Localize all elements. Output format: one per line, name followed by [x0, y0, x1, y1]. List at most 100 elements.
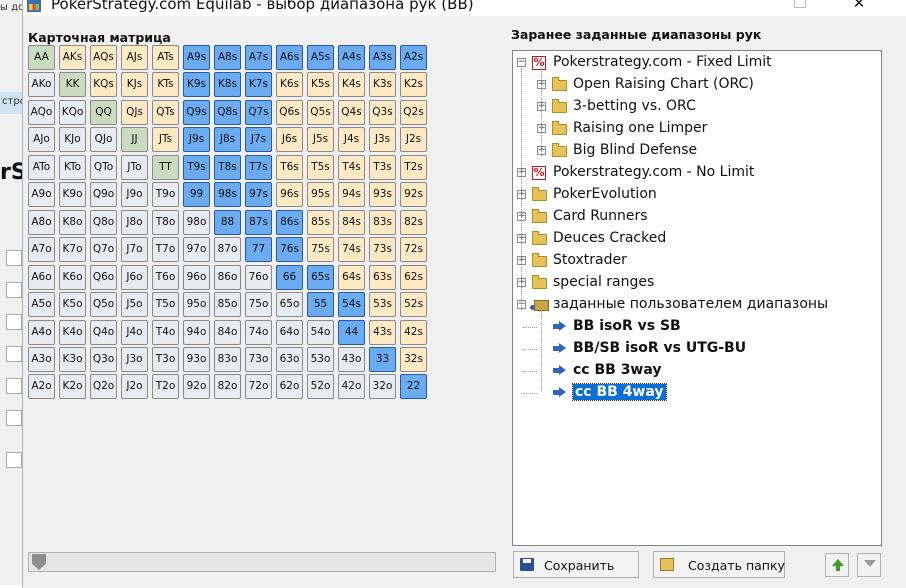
hand-cell[interactable]: 76s: [276, 237, 303, 262]
hand-cell[interactable]: 98s: [214, 182, 241, 207]
hand-cell[interactable]: Q7s: [245, 100, 272, 125]
hand-cell[interactable]: 74o: [245, 320, 272, 345]
hand-cell[interactable]: 32o: [369, 374, 396, 399]
hand-cell[interactable]: 53s: [369, 292, 396, 317]
hand-cell[interactable]: 92s: [400, 182, 427, 207]
hand-cell[interactable]: Q6o: [90, 265, 117, 290]
hand-cell[interactable]: K3s: [369, 72, 396, 97]
range-tree-item[interactable]: + Card Runners: [513, 206, 873, 228]
hand-cell[interactable]: 22: [400, 374, 427, 399]
hand-cell[interactable]: 52o: [307, 374, 334, 399]
range-tree-item[interactable]: − заданные пользователем диапазоны: [513, 294, 873, 316]
hand-cell[interactable]: J2o: [121, 374, 148, 399]
hand-cell[interactable]: 75o: [245, 292, 272, 317]
hand-cell[interactable]: J6s: [276, 127, 303, 152]
range-tree-item[interactable]: + Raising one Limper: [513, 118, 873, 140]
hand-cell[interactable]: 82o: [214, 374, 241, 399]
hand-cell[interactable]: 73o: [245, 347, 272, 372]
hand-cell[interactable]: ATo: [28, 155, 55, 180]
hand-cell[interactable]: J8s: [214, 127, 241, 152]
hand-cell[interactable]: Q3s: [369, 100, 396, 125]
hand-cell[interactable]: 63s: [369, 265, 396, 290]
hand-cell[interactable]: 94s: [338, 182, 365, 207]
hand-cell[interactable]: 65o: [276, 292, 303, 317]
hand-cell[interactable]: T8s: [214, 155, 241, 180]
range-tree-item[interactable]: + PokerEvolution: [513, 184, 873, 206]
hand-cell[interactable]: K6o: [59, 265, 86, 290]
hand-cell[interactable]: AA: [28, 45, 55, 70]
hand-cell[interactable]: A4o: [28, 320, 55, 345]
hand-cell[interactable]: AKs: [59, 45, 86, 70]
hand-cell[interactable]: AQs: [90, 45, 117, 70]
hand-cell[interactable]: KTs: [152, 72, 179, 97]
hand-cell[interactable]: K2o: [59, 374, 86, 399]
hand-cell[interactable]: 83o: [214, 347, 241, 372]
hand-cell[interactable]: J9s: [183, 127, 210, 152]
hand-cell[interactable]: A3s: [369, 45, 396, 70]
hand-cell[interactable]: KK: [59, 72, 86, 97]
hand-cell[interactable]: J5s: [307, 127, 334, 152]
hand-cell[interactable]: A5s: [307, 45, 334, 70]
hand-cell[interactable]: K3o: [59, 347, 86, 372]
hand-cell[interactable]: Q3o: [90, 347, 117, 372]
hand-cell[interactable]: T3o: [152, 347, 179, 372]
range-tree-item[interactable]: + Open Raising Chart (ORC): [513, 74, 873, 96]
hand-cell[interactable]: Q7o: [90, 237, 117, 262]
hand-cell[interactable]: K8s: [214, 72, 241, 97]
hand-cell[interactable]: QJs: [121, 100, 148, 125]
hand-cell[interactable]: 87o: [214, 237, 241, 262]
range-tree-item[interactable]: BB/SB isoR vs UTG-BU: [513, 338, 873, 360]
hand-cell[interactable]: T9s: [183, 155, 210, 180]
hand-cell[interactable]: 92o: [183, 374, 210, 399]
hand-cell[interactable]: JJ: [121, 127, 148, 152]
hand-cell[interactable]: QJo: [90, 127, 117, 152]
maximize-button[interactable]: [777, 0, 823, 14]
hand-cell[interactable]: QTo: [90, 155, 117, 180]
hand-cell[interactable]: A6o: [28, 265, 55, 290]
hand-cell[interactable]: J9o: [121, 182, 148, 207]
hand-cell[interactable]: T2s: [400, 155, 427, 180]
hand-cell[interactable]: Q9o: [90, 182, 117, 207]
hand-cell[interactable]: T5s: [307, 155, 334, 180]
close-button[interactable]: ✕: [836, 0, 882, 14]
hand-cell[interactable]: 75s: [307, 237, 334, 262]
hand-cell[interactable]: K8o: [59, 210, 86, 235]
hand-cell[interactable]: A6s: [276, 45, 303, 70]
hand-cell[interactable]: KJs: [121, 72, 148, 97]
predefined-ranges-tree[interactable]: −% Pokerstrategy.com - Fixed Limit + Open R…: [512, 50, 882, 546]
hand-cell[interactable]: K9o: [59, 182, 86, 207]
hand-cell[interactable]: AKo: [28, 72, 55, 97]
hand-cell[interactable]: 85o: [214, 292, 241, 317]
hand-cell[interactable]: 44: [338, 320, 365, 345]
hand-cell[interactable]: AJo: [28, 127, 55, 152]
hand-cell[interactable]: A2s: [400, 45, 427, 70]
hand-cell[interactable]: 66: [276, 265, 303, 290]
hand-cell[interactable]: Q6s: [276, 100, 303, 125]
save-button[interactable]: Сохранить: [513, 551, 639, 578]
hand-cell[interactable]: AJs: [121, 45, 148, 70]
hand-cell[interactable]: Q4s: [338, 100, 365, 125]
hand-cell[interactable]: Q5s: [307, 100, 334, 125]
hand-cell[interactable]: 73s: [369, 237, 396, 262]
hand-cell[interactable]: 97s: [245, 182, 272, 207]
hand-cell[interactable]: JTo: [121, 155, 148, 180]
hand-cell[interactable]: T6o: [152, 265, 179, 290]
hand-cell[interactable]: T3s: [369, 155, 396, 180]
hand-cell[interactable]: J4o: [121, 320, 148, 345]
hand-cell[interactable]: 97o: [183, 237, 210, 262]
hand-cell[interactable]: Q8o: [90, 210, 117, 235]
hand-cell[interactable]: J5o: [121, 292, 148, 317]
hand-cell[interactable]: A9s: [183, 45, 210, 70]
hand-cell[interactable]: KTo: [59, 155, 86, 180]
hand-cell[interactable]: 84s: [338, 210, 365, 235]
hand-cell[interactable]: 43s: [369, 320, 396, 345]
range-tree-item[interactable]: cc BB 4way: [513, 382, 873, 404]
hand-cell[interactable]: 72s: [400, 237, 427, 262]
range-tree-item[interactable]: cc BB 3way: [513, 360, 873, 382]
hand-cell[interactable]: T6s: [276, 155, 303, 180]
hand-cell[interactable]: K2s: [400, 72, 427, 97]
hand-cell[interactable]: QTs: [152, 100, 179, 125]
hand-cell[interactable]: A5o: [28, 292, 55, 317]
slider-thumb[interactable]: [32, 554, 46, 570]
hand-cell[interactable]: J7o: [121, 237, 148, 262]
